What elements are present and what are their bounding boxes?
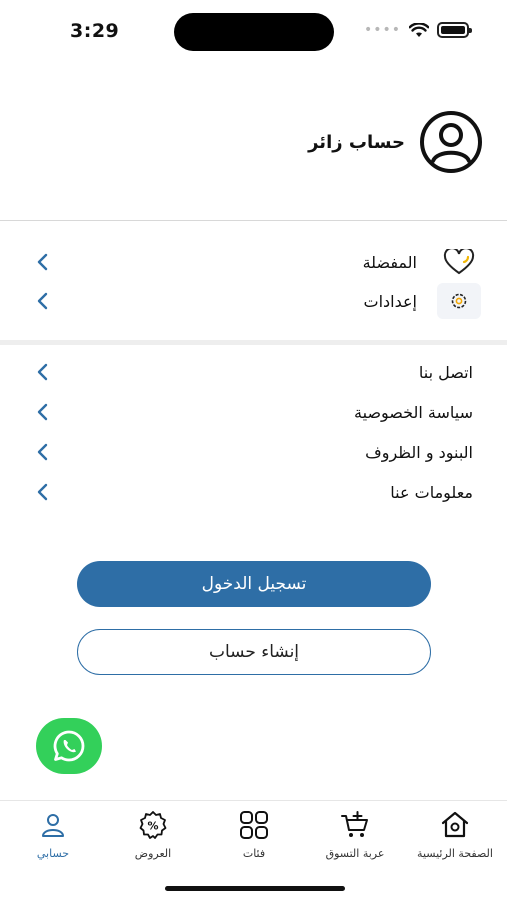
tab-offers[interactable]: % العروض bbox=[103, 809, 203, 860]
menu-item-label: سياسة الخصوصية bbox=[354, 402, 473, 422]
menu-item-label: إعدادات bbox=[363, 291, 417, 311]
svg-text:%: % bbox=[147, 820, 158, 833]
divider bbox=[0, 220, 507, 221]
tab-label: فئات bbox=[242, 847, 266, 860]
profile-name: حساب زائر bbox=[308, 131, 405, 153]
account-icon bbox=[37, 809, 69, 841]
menu-item-about-us[interactable]: معلومات عنا bbox=[0, 474, 507, 510]
status-bar: 3:29 •••• bbox=[0, 0, 507, 64]
tab-home[interactable]: الصفحة الرئيسية bbox=[405, 809, 505, 860]
chevron-left-icon bbox=[37, 363, 48, 381]
dynamic-island bbox=[174, 13, 334, 51]
tab-label: الصفحة الرئيسية bbox=[417, 847, 493, 860]
whatsapp-button[interactable] bbox=[36, 718, 102, 774]
home-icon bbox=[439, 809, 471, 841]
wifi-icon bbox=[409, 22, 429, 37]
status-time: 3:29 bbox=[70, 20, 120, 42]
user-avatar-icon bbox=[420, 111, 482, 173]
tab-label: العروض bbox=[134, 847, 172, 860]
tab-label: عربة التسوق bbox=[325, 847, 385, 860]
chevron-left-icon bbox=[37, 403, 48, 421]
menu-item-privacy-policy[interactable]: سياسة الخصوصية bbox=[0, 394, 507, 430]
tab-categories[interactable]: فئات bbox=[204, 809, 304, 860]
menu-item-label: البنود و الظروف bbox=[365, 442, 473, 462]
gear-icon bbox=[437, 283, 481, 319]
tab-account[interactable]: حسابي bbox=[3, 809, 103, 860]
chevron-left-icon bbox=[37, 292, 48, 310]
bottom-tab-bar: حسابي % العروض فئات عربة التسوق الصفحة ا… bbox=[0, 800, 507, 900]
signup-button[interactable]: إنشاء حساب bbox=[77, 629, 431, 675]
menu-item-favorites[interactable]: المفضلة bbox=[0, 244, 507, 280]
cart-icon bbox=[339, 809, 371, 841]
menu-item-contact-us[interactable]: اتصل بنا bbox=[0, 354, 507, 390]
home-indicator bbox=[165, 886, 345, 891]
heart-icon bbox=[437, 244, 481, 280]
section-divider bbox=[0, 340, 507, 345]
menu-item-label: المفضلة bbox=[362, 252, 417, 272]
menu-item-label: معلومات عنا bbox=[390, 482, 473, 502]
whatsapp-icon bbox=[53, 730, 85, 762]
chevron-left-icon bbox=[37, 443, 48, 461]
tab-label: حسابي bbox=[36, 847, 70, 860]
categories-icon bbox=[238, 809, 270, 841]
profile-header[interactable]: حساب زائر bbox=[308, 110, 483, 174]
chevron-left-icon bbox=[37, 483, 48, 501]
menu-item-settings[interactable]: إعدادات bbox=[0, 283, 507, 319]
offers-icon: % bbox=[137, 809, 169, 841]
login-button[interactable]: تسجيل الدخول bbox=[77, 561, 431, 607]
status-icons: •••• bbox=[363, 22, 472, 38]
signal-icon: •••• bbox=[363, 22, 401, 38]
tab-cart[interactable]: عربة التسوق bbox=[305, 809, 405, 860]
menu-item-label: اتصل بنا bbox=[418, 362, 473, 382]
menu-item-terms[interactable]: البنود و الظروف bbox=[0, 434, 507, 470]
battery-icon bbox=[437, 22, 472, 38]
chevron-left-icon bbox=[37, 253, 48, 271]
